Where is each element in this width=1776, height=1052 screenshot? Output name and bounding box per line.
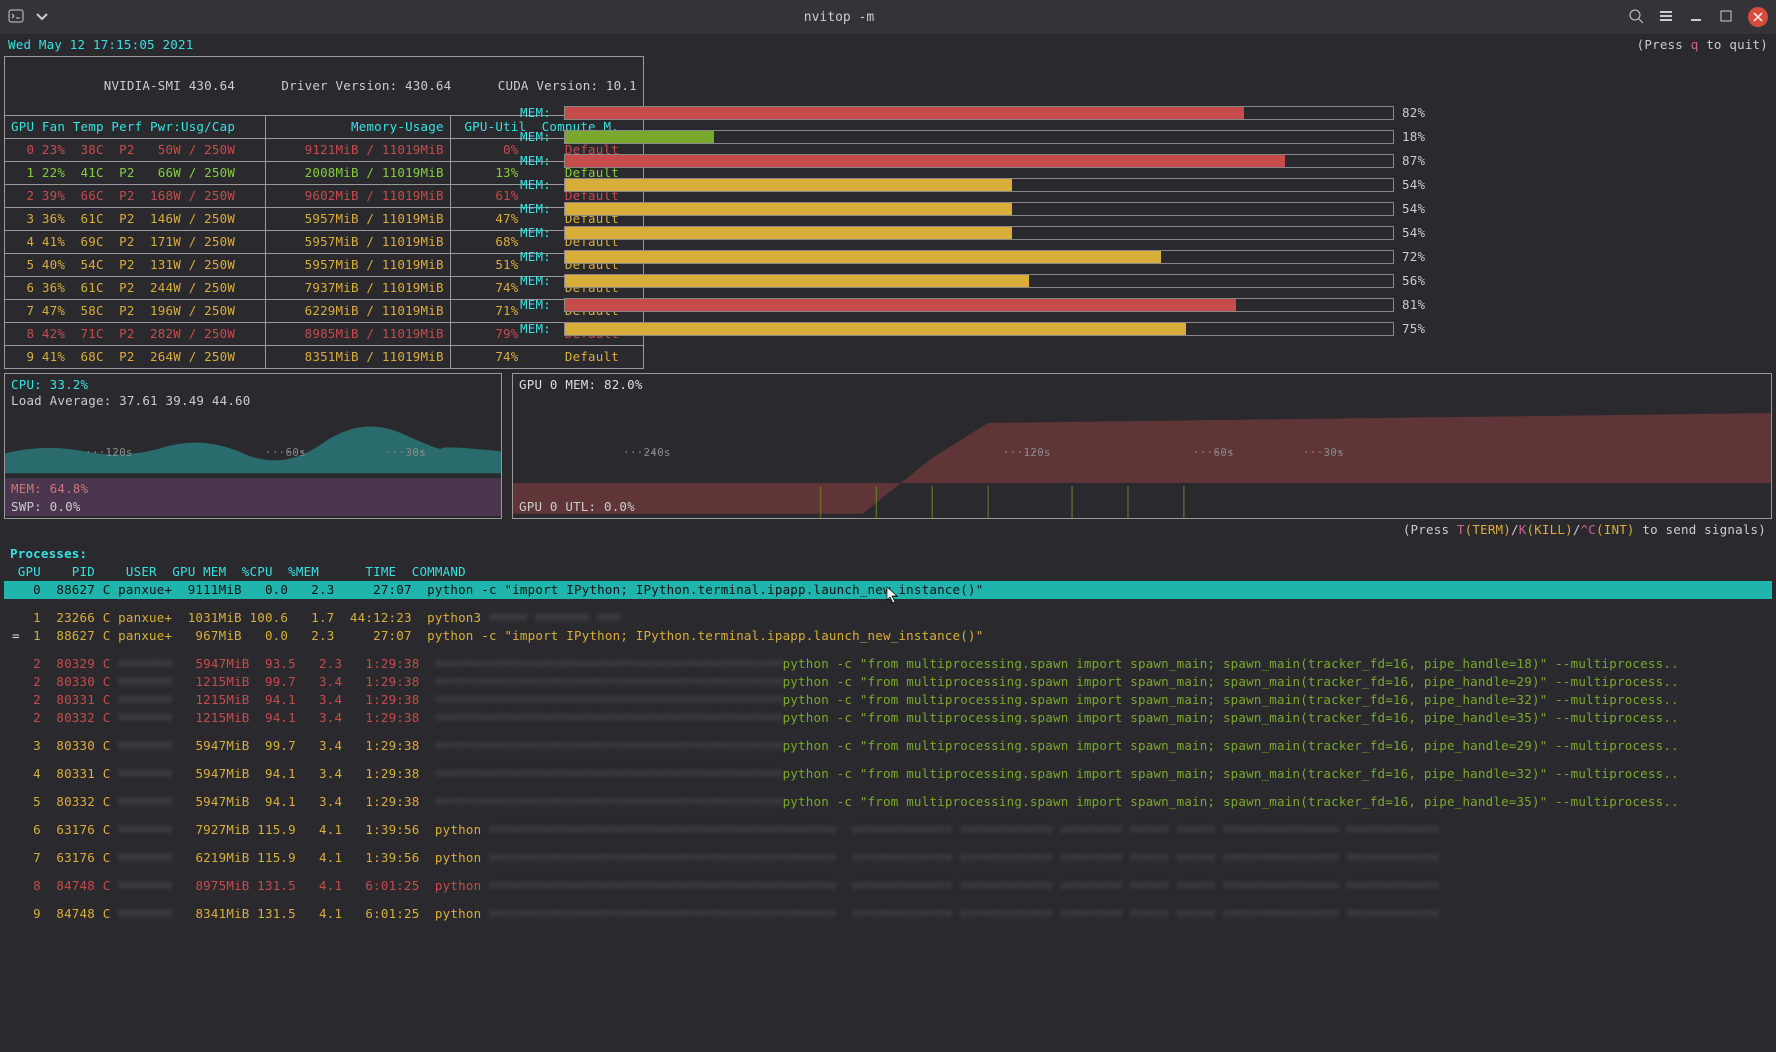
memory-bar: MEM:54% — [520, 176, 1772, 194]
menu-icon[interactable] — [1658, 8, 1674, 27]
process-row[interactable]: 6 63176 C ••••••• 7927MiB 115.9 4.1 1:39… — [4, 821, 1772, 839]
process-row[interactable]: 3 80330 C ••••••• 5947MiB 99.7 3.4 1:29:… — [4, 737, 1772, 755]
maximize-button[interactable] — [1718, 8, 1734, 27]
process-row[interactable]: 9 84748 C ••••••• 8341MiB 131.5 4.1 6:01… — [4, 905, 1772, 923]
process-row[interactable]: 2 80330 C ••••••• 1215MiB 99.7 3.4 1:29:… — [4, 673, 1772, 691]
close-button[interactable] — [1748, 7, 1768, 27]
terminal-content[interactable]: Wed May 12 17:15:05 2021 (Press q to qui… — [0, 34, 1776, 923]
process-row[interactable]: 2 80331 C ••••••• 1215MiB 94.1 3.4 1:29:… — [4, 691, 1772, 709]
search-icon[interactable] — [1628, 8, 1644, 27]
memory-bar: MEM:56% — [520, 272, 1772, 290]
process-title: Processes: — [4, 545, 1772, 563]
process-headers: GPU PID USER GPU MEM %CPU %MEM TIME COMM… — [4, 563, 1772, 581]
memory-bar: MEM:54% — [520, 224, 1772, 242]
memory-bars: MEM:82% MEM:18% MEM:87% MEM:54% MEM:54% MEM:5… — [510, 54, 1772, 369]
memory-bar: MEM:18% — [520, 128, 1772, 146]
process-row[interactable]: 8 84748 C ••••••• 8975MiB 131.5 4.1 6:01… — [4, 877, 1772, 895]
process-row[interactable]: 4 80331 C ••••••• 5947MiB 94.1 3.4 1:29:… — [4, 765, 1772, 783]
process-row[interactable]: = 1 88627 C panxue+ 967MiB 0.0 2.3 27:07… — [4, 627, 1772, 645]
terminal-icon[interactable] — [8, 8, 24, 27]
memory-bar: MEM:81% — [520, 296, 1772, 314]
process-row[interactable]: 7 63176 C ••••••• 6219MiB 115.9 4.1 1:39… — [4, 849, 1772, 867]
memory-bar: MEM:82% — [520, 104, 1772, 122]
chevron-down-icon[interactable] — [34, 8, 50, 27]
window-titlebar: nvitop -m — [0, 0, 1776, 34]
memory-bar: MEM:75% — [520, 320, 1772, 338]
quit-hint: (Press q to quit) — [1637, 36, 1768, 54]
process-row[interactable]: 0 88627 C panxue+ 9111MiB 0.0 2.3 27:07 … — [4, 581, 1772, 599]
signal-hint: (Press T(TERM)/K(KILL)/^C(INT) to send s… — [4, 519, 1772, 541]
process-row[interactable]: 1 23266 C panxue+ 1031MiB 100.6 1.7 44:1… — [4, 609, 1772, 627]
gpu0-chart: GPU 0 MEM: 82.0% ···240s··· ···120s··· ·… — [512, 373, 1772, 519]
process-row[interactable]: 2 80332 C ••••••• 1215MiB 94.1 3.4 1:29:… — [4, 709, 1772, 727]
minimize-button[interactable] — [1688, 8, 1704, 27]
window-title: nvitop -m — [50, 10, 1628, 25]
memory-bar: MEM:54% — [520, 200, 1772, 218]
memory-bar: MEM:72% — [520, 248, 1772, 266]
memory-bar: MEM:87% — [520, 152, 1772, 170]
gpu-header-mid: Memory-Usage — [266, 116, 451, 139]
cpu-mem-chart: CPU: 33.2% Load Average: 37.61 39.49 44.… — [4, 373, 502, 519]
process-row[interactable]: 2 80329 C ••••••• 5947MiB 93.5 2.3 1:29:… — [4, 655, 1772, 673]
timestamp: Wed May 12 17:15:05 2021 — [8, 36, 193, 54]
process-row[interactable]: 5 80332 C ••••••• 5947MiB 94.1 3.4 1:29:… — [4, 793, 1772, 811]
process-block: Processes: GPU PID USER GPU MEM %CPU %ME… — [4, 545, 1772, 923]
gpu-header-left: GPU Fan Temp Perf Pwr:Usg/Cap — [5, 116, 266, 139]
